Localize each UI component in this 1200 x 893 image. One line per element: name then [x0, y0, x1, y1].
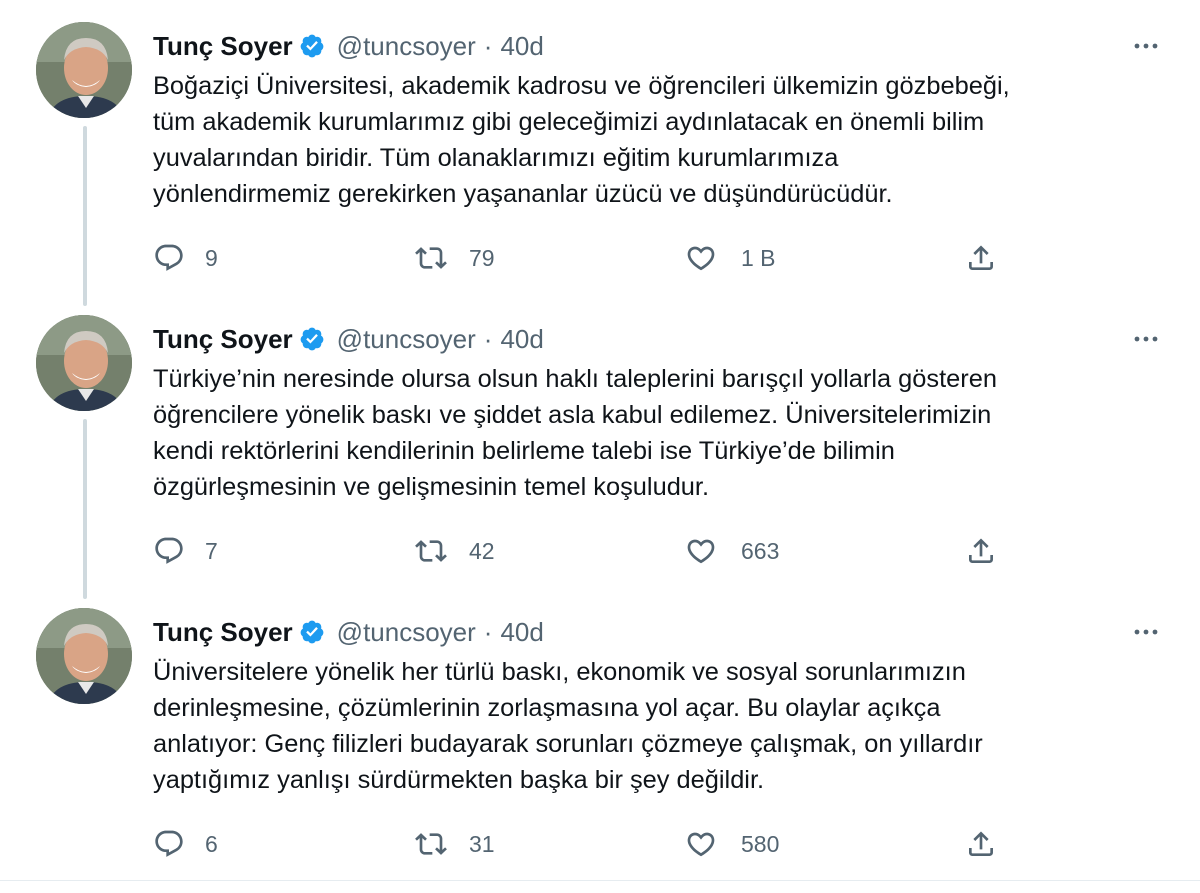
separator-dot: ·	[483, 616, 493, 647]
like-count: 1 B	[741, 244, 776, 271]
tweet-timestamp[interactable]: 40d	[500, 324, 543, 355]
tweet-header: Tunç Soyer @tuncsoyer · 40d	[153, 26, 1160, 66]
reply-count: 9	[205, 244, 218, 271]
share-icon	[969, 245, 993, 270]
verified-badge-icon	[299, 33, 325, 59]
share-icon	[969, 538, 993, 563]
author-name[interactable]: Tunç Soyer	[153, 617, 293, 648]
like-button[interactable]: 663	[685, 533, 779, 569]
reply-icon	[155, 244, 183, 271]
heart-icon	[687, 832, 715, 857]
reply-count: 7	[205, 537, 218, 564]
tweet-text: Boğaziçi Üniversitesi, akademik kadrosu …	[153, 72, 1010, 208]
tweet-actions: 7 42 663	[153, 533, 1013, 569]
tweet-thread: Tunç Soyer @tuncsoyer · 40d Boğaziçi Üni…	[0, 0, 1200, 893]
author-handle[interactable]: @tuncsoyer	[337, 617, 476, 648]
author-name[interactable]: Tunç Soyer	[153, 31, 293, 62]
reply-button[interactable]: 7	[153, 533, 218, 569]
more-icon[interactable]	[1132, 325, 1160, 353]
like-button[interactable]: 1 B	[685, 240, 776, 276]
avatar[interactable]	[36, 315, 132, 411]
avatar[interactable]	[36, 22, 132, 118]
bottom-divider	[0, 880, 1200, 881]
tweet-text: Türkiye’nin neresinde olursa olsun haklı…	[153, 365, 997, 501]
retweet-button[interactable]: 42	[415, 533, 495, 569]
reply-button[interactable]: 6	[153, 826, 218, 862]
tweet-header: Tunç Soyer @tuncsoyer · 40d	[153, 612, 1160, 652]
retweet-icon	[415, 247, 447, 269]
retweet-icon	[415, 540, 447, 562]
tweet-timestamp[interactable]: 40d	[500, 617, 543, 648]
retweet-count: 31	[469, 830, 495, 857]
like-count: 580	[741, 830, 780, 857]
verified-badge-icon	[299, 326, 325, 352]
thread-connector	[83, 126, 87, 306]
share-button[interactable]	[965, 826, 997, 862]
share-icon	[969, 831, 993, 856]
like-button[interactable]: 580	[685, 826, 779, 862]
retweet-count: 79	[469, 244, 495, 271]
more-icon[interactable]	[1132, 32, 1160, 60]
tweet-text: Üniversitelere yönelik her türlü baskı, …	[153, 658, 983, 794]
share-button[interactable]	[965, 240, 997, 276]
reply-icon	[155, 830, 183, 857]
reply-count: 6	[205, 830, 218, 857]
reply-icon	[155, 537, 183, 564]
retweet-icon	[415, 833, 447, 855]
verified-badge-icon	[299, 619, 325, 645]
tweet-timestamp[interactable]: 40d	[500, 31, 543, 62]
tweet-actions: 6 31 580	[153, 826, 1013, 862]
author-handle[interactable]: @tuncsoyer	[337, 324, 476, 355]
share-button[interactable]	[965, 533, 997, 569]
more-icon[interactable]	[1132, 618, 1160, 646]
thread-connector	[83, 419, 87, 599]
separator-dot: ·	[483, 30, 493, 61]
author-name[interactable]: Tunç Soyer	[153, 324, 293, 355]
author-handle[interactable]: @tuncsoyer	[337, 31, 476, 62]
retweet-count: 42	[469, 537, 495, 564]
heart-icon	[687, 539, 715, 564]
like-count: 663	[741, 537, 780, 564]
tweet-header: Tunç Soyer @tuncsoyer · 40d	[153, 319, 1160, 359]
retweet-button[interactable]: 31	[415, 826, 495, 862]
tweet-actions: 9 79 1 B	[153, 240, 1013, 276]
avatar[interactable]	[36, 608, 132, 704]
retweet-button[interactable]: 79	[415, 240, 495, 276]
heart-icon	[687, 246, 715, 271]
separator-dot: ·	[483, 323, 493, 354]
reply-button[interactable]: 9	[153, 240, 218, 276]
